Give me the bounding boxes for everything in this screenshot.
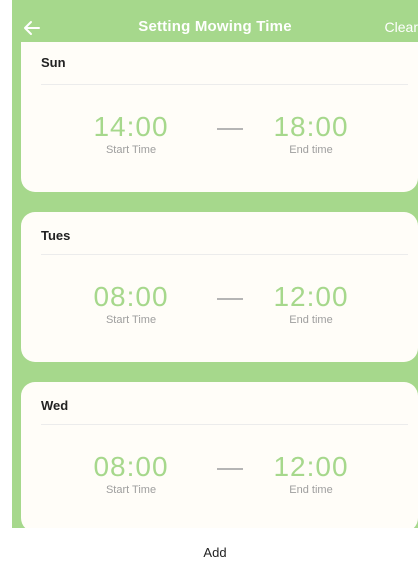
clear-button[interactable]: Clear bbox=[385, 19, 418, 35]
divider bbox=[41, 254, 408, 255]
start-time-label: Start Time bbox=[105, 484, 157, 496]
divider bbox=[41, 424, 408, 425]
day-label: Sun bbox=[41, 55, 66, 70]
divider bbox=[41, 84, 408, 85]
start-time-value: 08:00 bbox=[93, 281, 169, 312]
end-time-label: End time bbox=[289, 484, 333, 496]
end-time-picker[interactable]: 18:00 End time bbox=[251, 111, 371, 157]
schedule-card-sun: Sun 14:00 Start Time 18:00 End time bbox=[21, 42, 418, 192]
end-time-label: End time bbox=[289, 144, 333, 156]
start-time-value: 14:00 bbox=[93, 111, 169, 142]
end-time-value: 12:00 bbox=[273, 281, 349, 312]
day-label: Wed bbox=[41, 398, 69, 413]
start-time-picker[interactable]: 08:00 Start Time bbox=[71, 281, 191, 327]
day-label: Tues bbox=[41, 228, 71, 243]
range-dash bbox=[217, 128, 243, 130]
end-time-picker[interactable]: 12:00 End time bbox=[251, 281, 371, 327]
start-time-picker[interactable]: 14:00 Start Time bbox=[71, 111, 191, 157]
start-time-value: 08:00 bbox=[93, 451, 169, 482]
range-dash bbox=[217, 298, 243, 300]
end-time-value: 18:00 bbox=[273, 111, 349, 142]
end-time-label: End time bbox=[289, 314, 333, 326]
end-time-picker[interactable]: 12:00 End time bbox=[251, 451, 371, 497]
footer-bar: Add bbox=[12, 528, 418, 572]
app-screen: Setting Mowing Time Clear Sun 14:00 Star… bbox=[12, 0, 418, 572]
end-time-value: 12:00 bbox=[273, 451, 349, 482]
start-time-picker[interactable]: 08:00 Start Time bbox=[71, 451, 191, 497]
schedule-card-tues: Tues 08:00 Start Time 12:00 End time bbox=[21, 212, 418, 362]
start-time-label: Start Time bbox=[105, 144, 157, 156]
page-title: Setting Mowing Time bbox=[138, 18, 292, 35]
schedule-card-wed: Wed 08:00 Start Time 12:00 End time bbox=[21, 382, 418, 532]
add-button[interactable]: Add bbox=[12, 545, 418, 560]
start-time-label: Start Time bbox=[105, 314, 157, 326]
range-dash bbox=[217, 468, 243, 470]
